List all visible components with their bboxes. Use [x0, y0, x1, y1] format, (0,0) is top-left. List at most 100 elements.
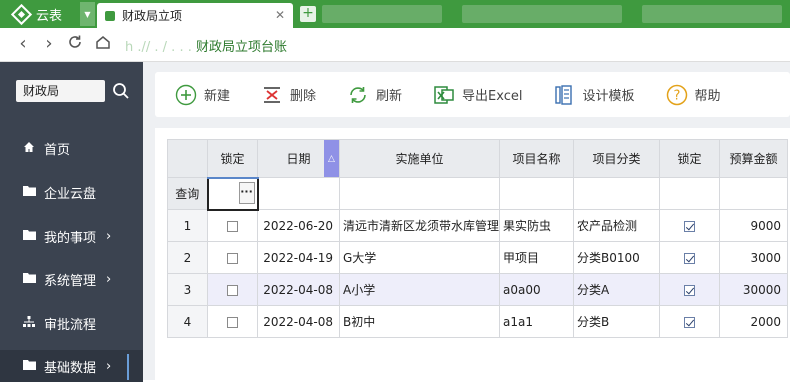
column-header-date[interactable]: 日期 △: [257, 139, 340, 178]
reload-icon[interactable]: [64, 34, 86, 56]
back-icon[interactable]: ‹: [12, 34, 34, 56]
filter-cell-category[interactable]: [573, 177, 661, 210]
lock-2-checkbox[interactable]: [684, 316, 696, 328]
sidebar-item-label: 系统管理: [44, 273, 97, 289]
budget-cell[interactable]: 3000: [719, 241, 789, 274]
unit-cell[interactable]: B初中: [338, 305, 501, 338]
budget-cell[interactable]: 30000: [719, 273, 789, 306]
column-header-lock-2[interactable]: 锁定: [659, 139, 721, 178]
brand-dropdown-icon[interactable]: ▼: [80, 2, 95, 26]
project-name-cell[interactable]: a1a1: [499, 305, 575, 338]
sidebar-item-home[interactable]: 首页: [0, 132, 143, 164]
lock-2-checkbox[interactable]: [684, 220, 696, 232]
budget-cell[interactable]: 9000: [719, 209, 789, 242]
date-cell[interactable]: 2022-04-19: [257, 241, 340, 274]
help-icon: ?: [666, 84, 687, 105]
date-cell[interactable]: 2022-04-08: [257, 305, 340, 338]
refresh-button[interactable]: 刷新: [347, 84, 402, 106]
filter-label: 查询: [167, 177, 208, 210]
lock-2-checkbox-cell[interactable]: [659, 273, 721, 306]
home-page-icon[interactable]: [92, 34, 114, 56]
chevron-right-icon: ›: [106, 271, 112, 287]
lock-checkbox-cell[interactable]: [207, 273, 258, 306]
lock-2-checkbox-cell[interactable]: [659, 305, 721, 338]
toolbar: 新建 删除 刷新 导出Excel 设计模板 ? 帮助: [155, 72, 790, 117]
tab-background[interactable]: [462, 5, 622, 23]
tab-page-icon: [105, 10, 115, 21]
lock-checkbox-cell[interactable]: [207, 241, 258, 274]
project-name-cell[interactable]: a0a00: [499, 273, 575, 306]
sidebar-item-my-tasks[interactable]: 我的事项 ›: [0, 220, 143, 252]
delete-button[interactable]: 删除: [261, 84, 316, 106]
lock-2-checkbox-cell[interactable]: [659, 241, 721, 274]
sidebar-item-system[interactable]: 系统管理 ›: [0, 263, 143, 295]
lock-checkbox[interactable]: [227, 252, 238, 264]
lock-checkbox-cell[interactable]: [207, 209, 258, 242]
table-row[interactable]: 1 2022-06-20 清远市清新区龙须带水库管理 果实防虫 农产品检测 90…: [167, 209, 789, 242]
date-cell[interactable]: 2022-06-20: [257, 209, 340, 242]
filter-cell-lock-2[interactable]: [659, 177, 721, 210]
export-excel-label: 导出Excel: [462, 89, 523, 104]
sidebar-item-base-data[interactable]: 基础数据 ›: [0, 350, 143, 382]
lock-checkbox-cell[interactable]: [207, 305, 258, 338]
help-button[interactable]: ? 帮助: [666, 84, 721, 106]
tab-close-icon[interactable]: ✕: [275, 8, 285, 22]
filter-cell-unit[interactable]: [338, 177, 501, 210]
brand-menu[interactable]: 云表: [0, 0, 80, 28]
tab-background[interactable]: [322, 5, 442, 23]
column-header-project-name[interactable]: 项目名称: [499, 139, 575, 178]
lock-2-checkbox[interactable]: [684, 252, 696, 264]
search-icon[interactable]: [112, 82, 130, 100]
sidebar-item-label: 审批流程: [44, 317, 97, 333]
category-cell[interactable]: 农产品检测: [573, 209, 661, 242]
filter-cell-project-name[interactable]: [499, 177, 575, 210]
lock-checkbox[interactable]: [227, 316, 238, 328]
project-name-cell[interactable]: 果实防虫: [499, 209, 575, 242]
column-header-category[interactable]: 项目分类: [573, 139, 661, 178]
sidebar-item-label: 我的事项: [44, 230, 97, 246]
filter-cell-budget[interactable]: [719, 177, 789, 210]
folder-icon: [22, 272, 36, 286]
forward-icon[interactable]: ›: [38, 34, 60, 56]
date-cell[interactable]: 2022-04-08: [257, 273, 340, 306]
table-row[interactable]: 3 2022-04-08 A小学 a0a00 分类A 30000: [167, 273, 789, 306]
column-header-lock[interactable]: 锁定: [207, 139, 258, 179]
sidebar-item-cloud-disk[interactable]: 企业云盘: [0, 176, 143, 208]
design-template-button[interactable]: 设计模板: [553, 84, 635, 106]
budget-cell[interactable]: 2000: [719, 305, 789, 338]
sidebar-item-approval[interactable]: 审批流程: [0, 307, 143, 339]
unit-cell[interactable]: G大学: [338, 241, 501, 274]
column-header-budget[interactable]: 预算金额: [719, 139, 789, 178]
address-bar: ‹ › h .// . / . . . 财政局立项台账: [0, 28, 790, 62]
tab-background[interactable]: [642, 5, 782, 23]
category-cell[interactable]: 分类B0100: [573, 241, 661, 274]
tab-title: 财政局立项: [122, 9, 183, 23]
department-selector[interactable]: 财政局: [16, 80, 105, 102]
new-button-label: 新建: [204, 89, 231, 104]
url-field[interactable]: h .// . / . . . 财政局立项台账: [125, 36, 287, 55]
filter-cell-date[interactable]: [257, 177, 340, 210]
lock-checkbox[interactable]: [227, 220, 238, 232]
ellipsis-button[interactable]: ···: [238, 181, 255, 204]
new-tab-button[interactable]: +: [300, 6, 316, 22]
unit-cell[interactable]: A小学: [338, 273, 501, 306]
sidebar-scrollbar[interactable]: [127, 354, 129, 380]
unit-cell[interactable]: 清远市清新区龙须带水库管理: [338, 209, 501, 242]
lock-2-checkbox[interactable]: [684, 284, 696, 296]
sort-indicator-icon[interactable]: △: [324, 140, 339, 177]
export-excel-button[interactable]: 导出Excel: [433, 84, 522, 106]
tab-active[interactable]: 财政局立项 ✕: [97, 3, 293, 28]
category-cell[interactable]: 分类B: [573, 305, 661, 338]
table-row[interactable]: 2 2022-04-19 G大学 甲项目 分类B0100 3000: [167, 241, 789, 274]
new-button[interactable]: 新建: [175, 84, 230, 106]
folder-icon: [22, 359, 36, 373]
table-row[interactable]: 4 2022-04-08 B初中 a1a1 分类B 2000: [167, 305, 789, 338]
lock-checkbox[interactable]: [227, 284, 238, 296]
row-number: 1: [167, 209, 208, 242]
project-name-cell[interactable]: 甲项目: [499, 241, 575, 274]
column-header-unit[interactable]: 实施单位: [338, 139, 501, 178]
filter-cell-lock[interactable]: ···: [206, 176, 259, 211]
design-template-icon: [555, 84, 573, 105]
lock-2-checkbox-cell[interactable]: [659, 209, 721, 242]
category-cell[interactable]: 分类A: [573, 273, 661, 306]
